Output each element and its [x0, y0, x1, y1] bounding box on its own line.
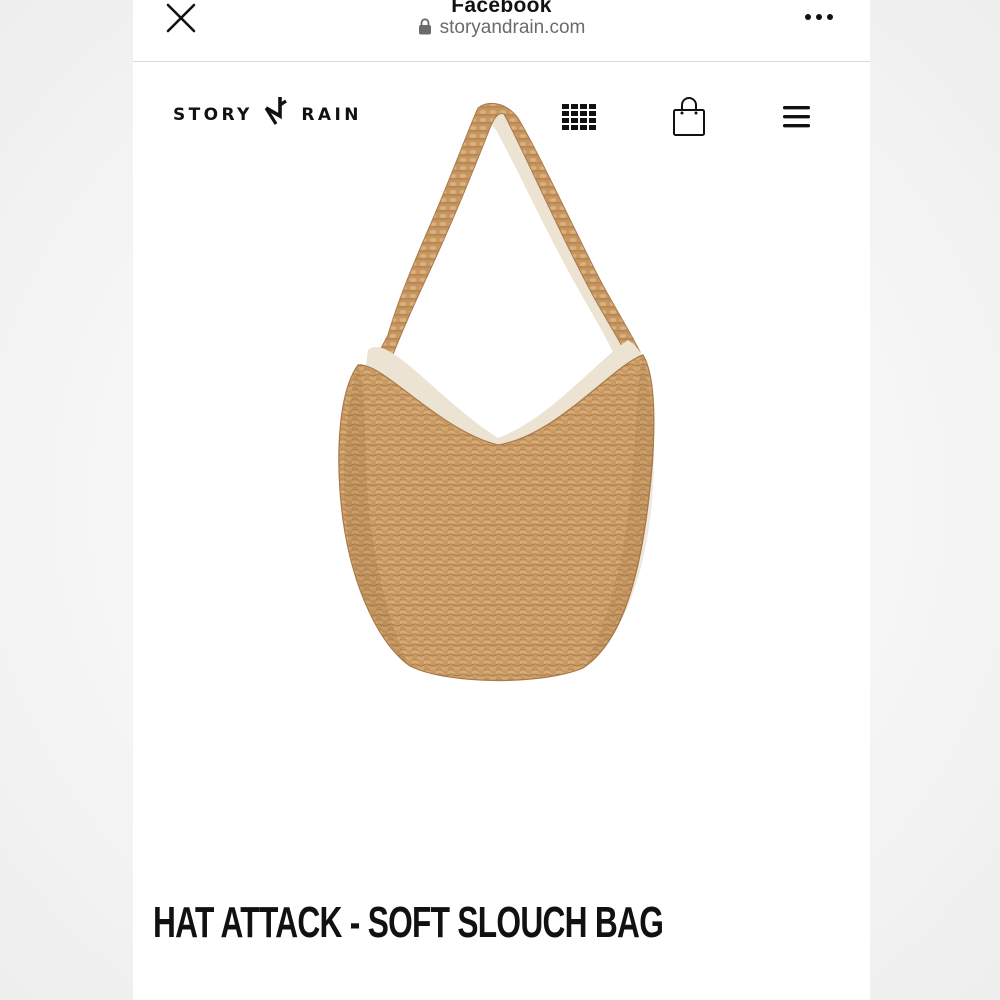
- product-image[interactable]: [328, 100, 673, 685]
- mobile-browser-screen: Facebook storyandrain.com STORY RAIN HAT…: [133, 0, 870, 1000]
- product-title: HAT ATTACK - SOFT SLOUCH BAG: [153, 898, 664, 947]
- shopping-bag-button[interactable]: [671, 96, 707, 138]
- browser-toolbar: Facebook storyandrain.com: [133, 0, 870, 62]
- more-options-button[interactable]: [800, 6, 840, 28]
- browser-title: Facebook: [451, 0, 552, 17]
- menu-button[interactable]: [781, 104, 813, 132]
- straw-bag-image: [338, 102, 655, 682]
- more-dots-icon: [805, 14, 833, 20]
- hamburger-menu-icon: [783, 106, 810, 128]
- url-bar[interactable]: storyandrain.com: [133, 17, 870, 39]
- logo-text-left: STORY: [173, 105, 253, 125]
- logo-arrow-icon: [264, 97, 287, 125]
- url-text: storyandrain.com: [439, 17, 586, 38]
- lock-icon: [418, 18, 431, 35]
- shopping-bag-icon: [673, 97, 705, 136]
